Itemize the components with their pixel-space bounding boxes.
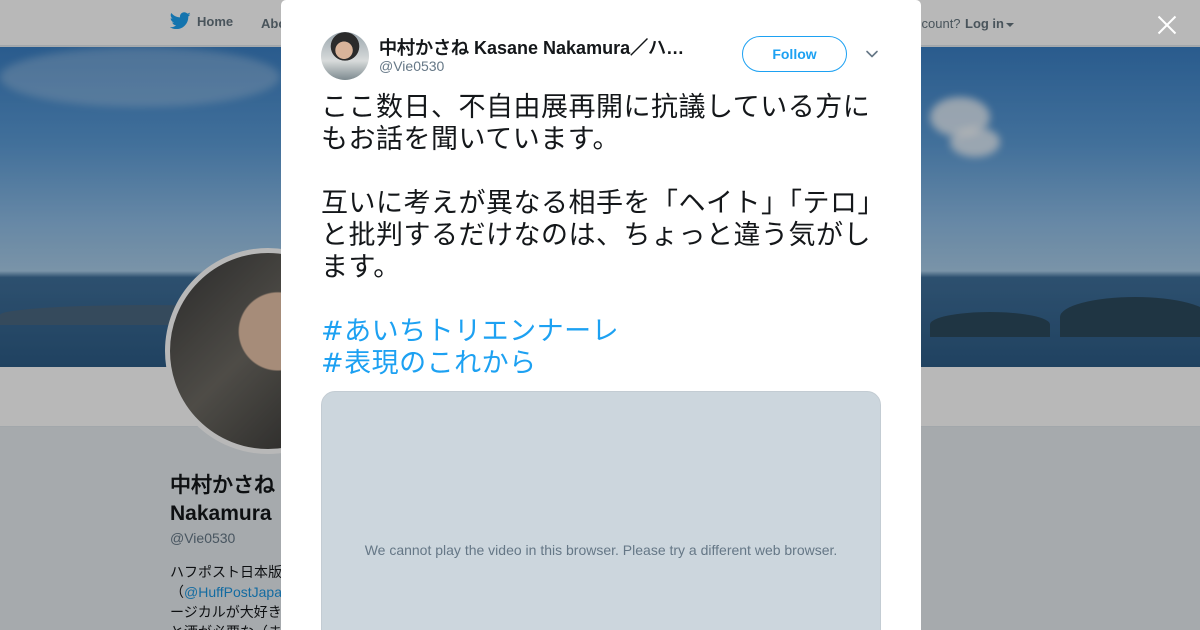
tweet-paragraph: ここ数日、不自由展再開に抗議している方にもお話を聞いています。 bbox=[321, 92, 871, 155]
author-avatar[interactable] bbox=[321, 32, 369, 80]
tweet-text: ここ数日、不自由展再開に抗議している方にもお話を聞いています。 互いに考えが異な… bbox=[321, 92, 887, 380]
chevron-down-icon[interactable] bbox=[865, 47, 879, 61]
tweet-paragraph: 互いに考えが異なる相手を「ヘイト」「テロ」と批判するだけなのは、ちょっと違う気が… bbox=[321, 188, 885, 283]
follow-button[interactable]: Follow bbox=[742, 36, 847, 72]
hashtag-link[interactable]: #あいちトリエンナーレ bbox=[321, 316, 887, 348]
hashtag-link[interactable]: #表現のこれから bbox=[321, 348, 887, 380]
author-name[interactable]: 中村かさね Kasane Nakamura／ハフポスト日本版 bbox=[379, 34, 689, 60]
tweet-hashtags: #あいちトリエンナーレ #表現のこれから bbox=[321, 316, 887, 380]
author-handle[interactable]: @Vie0530 bbox=[379, 58, 444, 74]
close-icon[interactable] bbox=[1154, 12, 1180, 38]
video-player[interactable]: We cannot play the video in this browser… bbox=[321, 391, 881, 630]
tweet-modal: 中村かさね Kasane Nakamura／ハフポスト日本版 @Vie0530 … bbox=[281, 0, 921, 630]
video-unsupported-message: We cannot play the video in this browser… bbox=[364, 542, 838, 558]
